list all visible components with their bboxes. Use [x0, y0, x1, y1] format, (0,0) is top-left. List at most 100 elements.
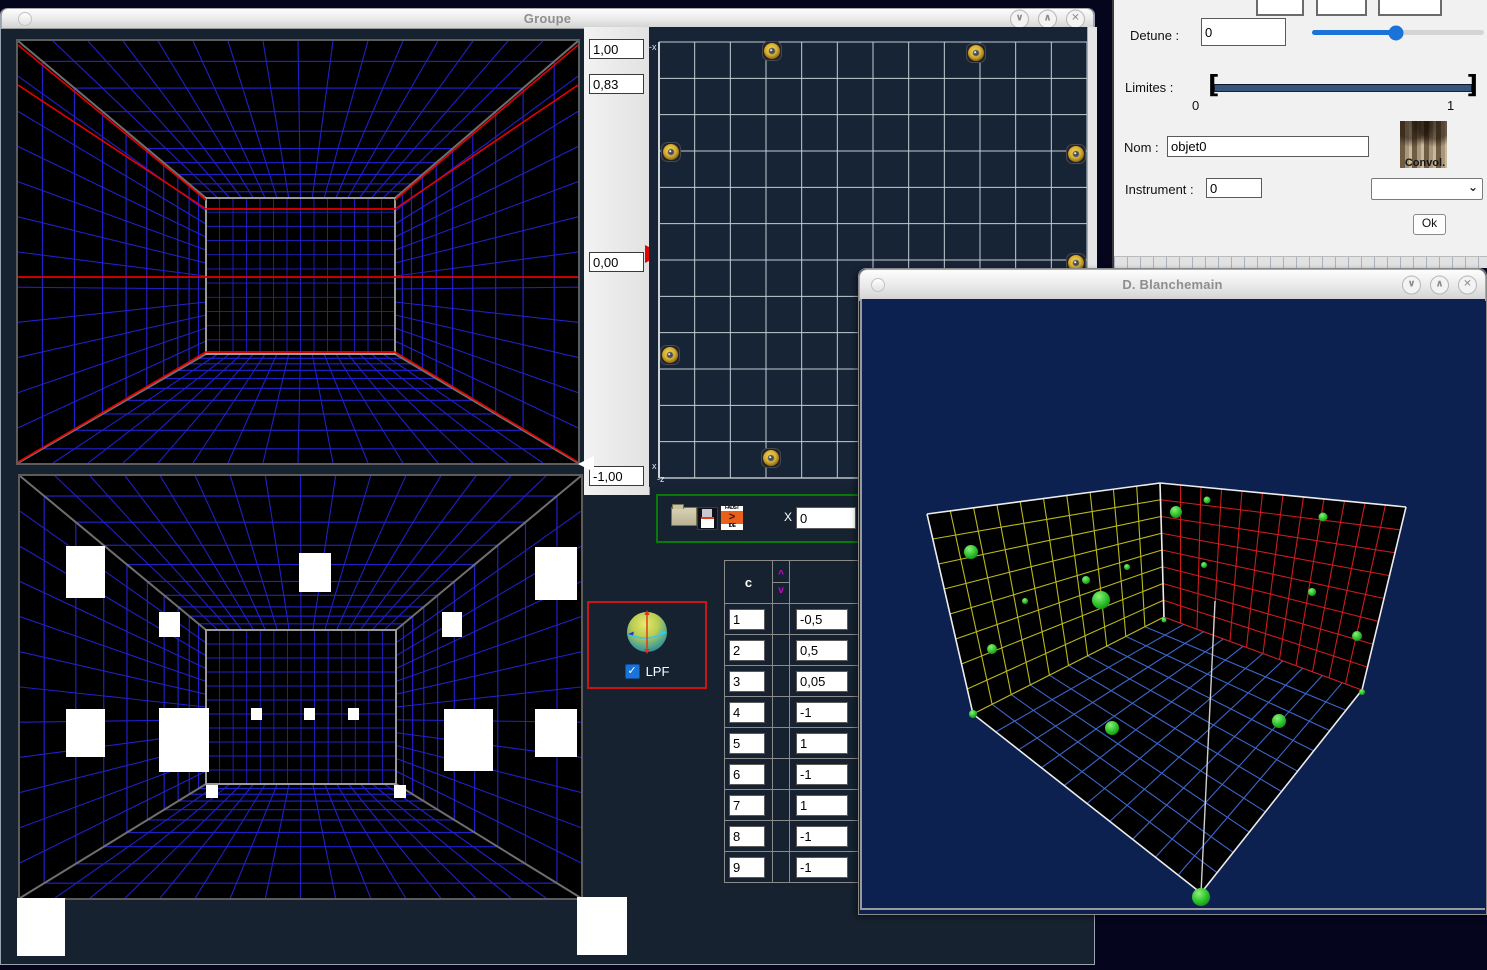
speaker-icon[interactable]: [967, 44, 986, 63]
source-sphere[interactable]: [1308, 588, 1316, 596]
speaker-rect[interactable]: [535, 709, 577, 757]
source-sphere[interactable]: [1192, 888, 1210, 906]
ruler-value-box[interactable]: -1,00: [589, 466, 644, 486]
source-sphere[interactable]: [1022, 598, 1028, 604]
coefficient-x-input[interactable]: [796, 826, 848, 847]
ruler-value-box[interactable]: 0,00: [589, 252, 644, 272]
room-perspective-view[interactable]: [16, 39, 580, 465]
source-sphere[interactable]: [1105, 721, 1119, 735]
x-coordinate-input[interactable]: [796, 507, 856, 529]
coefficient-x-input[interactable]: [796, 764, 848, 785]
unshade-button[interactable]: ∧: [1038, 9, 1057, 28]
lpf-checkbox[interactable]: ✓: [625, 664, 640, 679]
coefficient-index-input[interactable]: [729, 609, 765, 630]
source-sphere[interactable]: [1352, 631, 1362, 641]
cut-input-1[interactable]: [1256, 0, 1304, 16]
unshade-button[interactable]: ∧: [1430, 276, 1449, 295]
source-sphere[interactable]: [1204, 497, 1211, 504]
cut-input-2[interactable]: [1316, 0, 1367, 16]
source-sphere[interactable]: [1092, 591, 1110, 609]
source-sphere[interactable]: [1359, 689, 1365, 695]
speaker-rect[interactable]: [348, 708, 359, 720]
speaker-rect[interactable]: [535, 547, 577, 600]
source-sphere[interactable]: [1082, 576, 1090, 584]
close-button[interactable]: ✕: [1458, 276, 1477, 295]
coefficient-x-input[interactable]: [796, 609, 848, 630]
open-folder-icon[interactable]: [671, 507, 697, 526]
limites-left-bracket-handle[interactable]: [: [1208, 70, 1219, 99]
speaker-rect[interactable]: [66, 709, 105, 757]
coefficient-index-input[interactable]: [729, 640, 765, 661]
row-divider: [772, 821, 790, 851]
cut-input-3[interactable]: [1378, 0, 1442, 16]
floor-speaker-rect[interactable]: [17, 898, 65, 956]
instrument-dropdown[interactable]: ⌄: [1371, 178, 1483, 200]
coefficient-index-input[interactable]: [729, 795, 765, 816]
blanchemain-titlebar[interactable]: D. Blanchemain ∨∧✕: [859, 269, 1486, 301]
ruler-value-box[interactable]: 1,00: [589, 39, 644, 59]
limites-right-bracket-handle[interactable]: ]: [1467, 70, 1478, 99]
limites-range-slider[interactable]: [ ]: [1210, 76, 1476, 98]
source-sphere[interactable]: [1162, 618, 1167, 623]
speaker-icon[interactable]: [1067, 145, 1086, 164]
coefficient-x-input[interactable]: [796, 857, 848, 878]
source-sphere[interactable]: [987, 644, 997, 654]
source-sphere[interactable]: [969, 710, 977, 718]
speaker-rect[interactable]: [251, 708, 262, 720]
coefficient-x-input[interactable]: [796, 640, 848, 661]
limites-track[interactable]: [1214, 84, 1472, 92]
ruler-value-box[interactable]: 0,83: [589, 74, 644, 94]
coefficient-x-input[interactable]: [796, 795, 848, 816]
source-sphere[interactable]: [1319, 513, 1328, 522]
speaker-rect[interactable]: [206, 785, 218, 798]
coefficient-index-input[interactable]: [729, 857, 765, 878]
coefficient-index-input[interactable]: [729, 733, 765, 754]
speaker-rect[interactable]: [394, 785, 406, 798]
speaker-rect[interactable]: [66, 546, 105, 598]
desktop: Groupe ∨∧✕ 1,000,830,00-1,00 -x x -z FAU…: [0, 0, 1487, 970]
nom-input[interactable]: [1167, 136, 1369, 157]
column-header-c[interactable]: c: [725, 575, 772, 590]
speaker-rect[interactable]: [444, 709, 493, 771]
detune-slider-handle[interactable]: [1389, 25, 1404, 40]
speaker-rect[interactable]: [304, 708, 315, 720]
sort-up-icon[interactable]: ^: [778, 570, 784, 579]
room-front-view[interactable]: [18, 474, 583, 900]
faust-ide-icon[interactable]: FAUST > IDE: [720, 505, 744, 531]
coefficient-x-input[interactable]: [796, 671, 848, 692]
speaker-rect[interactable]: [159, 708, 209, 772]
ok-button[interactable]: Ok: [1413, 214, 1446, 235]
speaker-rect[interactable]: [159, 612, 180, 637]
coefficient-index-input[interactable]: [729, 764, 765, 785]
speaker-icon[interactable]: [662, 143, 681, 162]
chevron-down-icon: ⌄: [1468, 180, 1478, 194]
source-sphere[interactable]: [964, 545, 978, 559]
instrument-input[interactable]: [1206, 178, 1262, 198]
speaker-icon[interactable]: [661, 346, 680, 365]
save-floppy-icon[interactable]: [697, 507, 718, 530]
shade-button[interactable]: ∨: [1010, 9, 1029, 28]
source-sphere[interactable]: [1124, 564, 1130, 570]
close-button[interactable]: ✕: [1066, 9, 1085, 28]
floor-speaker-rect[interactable]: [577, 897, 627, 955]
detune-slider[interactable]: [1312, 30, 1484, 35]
value-ruler[interactable]: 1,00 0,83 0,00 -1,00: [584, 27, 650, 495]
cube-3d-view[interactable]: [860, 299, 1485, 910]
speaker-rect[interactable]: [442, 612, 462, 637]
coefficient-x-input[interactable]: [796, 733, 848, 754]
groupe-titlebar[interactable]: Groupe ∨∧✕: [1, 8, 1094, 29]
sort-down-icon[interactable]: v: [778, 586, 784, 595]
source-sphere[interactable]: [1170, 506, 1182, 518]
source-sphere[interactable]: [1201, 562, 1207, 568]
speaker-rect[interactable]: [299, 553, 331, 592]
coefficient-index-input[interactable]: [729, 826, 765, 847]
speaker-icon[interactable]: [762, 449, 781, 468]
speaker-icon[interactable]: [763, 42, 782, 61]
detune-input[interactable]: [1201, 18, 1286, 46]
min-marker-arrow-icon[interactable]: [578, 456, 594, 472]
coefficient-x-input[interactable]: [796, 702, 848, 723]
source-sphere[interactable]: [1272, 714, 1286, 728]
coefficient-index-input[interactable]: [729, 671, 765, 692]
coefficient-index-input[interactable]: [729, 702, 765, 723]
shade-button[interactable]: ∨: [1402, 276, 1421, 295]
